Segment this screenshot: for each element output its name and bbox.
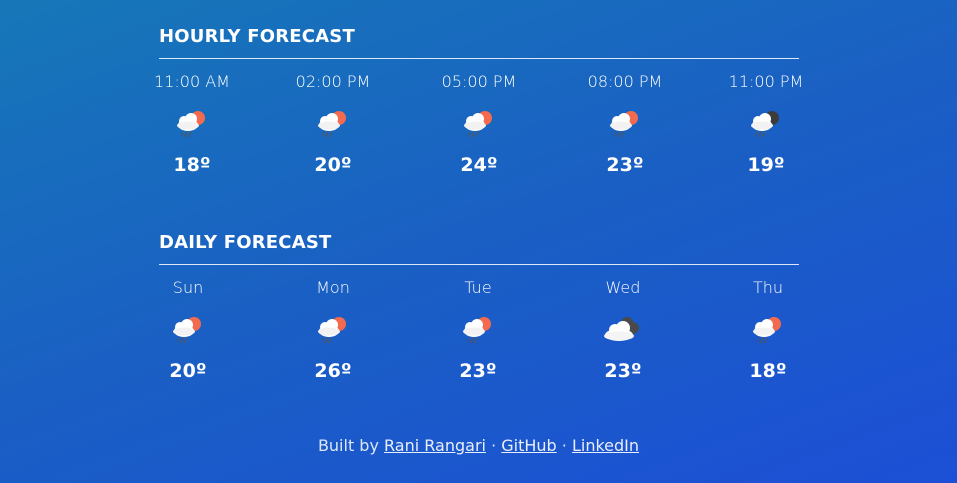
github-link[interactable]: GitHub bbox=[501, 436, 556, 455]
footer-separator: · bbox=[491, 436, 497, 455]
partly-sunny-rain-icon bbox=[168, 312, 208, 346]
hourly-temp: 18º bbox=[173, 154, 211, 176]
daily-item: Sun 20º bbox=[138, 265, 238, 382]
hourly-temp: 24º bbox=[460, 154, 498, 176]
daily-temp: 23º bbox=[459, 360, 497, 382]
daily-forecast-row: Sun 20º Mon 26º Tue 23º Wed 23º Thu 18º bbox=[159, 265, 799, 405]
hourly-item: 05:00 PM 24º bbox=[429, 59, 529, 176]
daily-temp: 26º bbox=[314, 360, 352, 382]
linkedin-link[interactable]: LinkedIn bbox=[572, 436, 639, 455]
partly-sunny-rain-icon bbox=[313, 106, 353, 140]
daily-day: Sun bbox=[172, 278, 204, 297]
partly-sunny-rain-icon bbox=[172, 106, 212, 140]
hourly-item: 11:00 AM 18º bbox=[142, 59, 242, 176]
footer: Built by Rani Rangari · GitHub · LinkedI… bbox=[0, 436, 957, 456]
hourly-time: 11:00 AM bbox=[154, 72, 230, 91]
hourly-item: 11:00 PM 19º bbox=[716, 59, 816, 176]
daily-forecast-title: DAILY FORECAST bbox=[159, 233, 799, 265]
daily-item: Tue 23º bbox=[428, 265, 528, 382]
partly-sunny-rain-icon bbox=[459, 106, 499, 140]
daily-day: Mon bbox=[316, 278, 350, 297]
daily-temp: 20º bbox=[169, 360, 207, 382]
daily-day: Tue bbox=[464, 278, 492, 297]
cloudy-icon bbox=[603, 312, 643, 346]
hourly-time: 08:00 PM bbox=[587, 72, 663, 91]
daily-day: Wed bbox=[605, 278, 641, 297]
hourly-temp: 19º bbox=[747, 154, 785, 176]
hourly-time: 05:00 PM bbox=[441, 72, 517, 91]
daily-item: Wed 23º bbox=[573, 265, 673, 382]
partly-sunny-rain-icon bbox=[748, 312, 788, 346]
partly-sunny-rain-icon bbox=[458, 312, 498, 346]
author-link[interactable]: Rani Rangari bbox=[384, 436, 486, 455]
daily-temp: 23º bbox=[604, 360, 642, 382]
hourly-item: 08:00 PM 23º bbox=[575, 59, 675, 176]
daily-forecast-section: DAILY FORECAST Sun 20º Mon 26º Tue 23º W… bbox=[159, 233, 799, 405]
daily-item: Thu 18º bbox=[718, 265, 818, 382]
hourly-forecast-title: HOURLY FORECAST bbox=[159, 27, 799, 59]
footer-prefix: Built by bbox=[317, 436, 379, 455]
hourly-forecast-row: 11:00 AM 18º 02:00 PM 20º 05:00 PM 24º 0… bbox=[154, 59, 803, 199]
daily-temp: 18º bbox=[749, 360, 787, 382]
footer-separator: · bbox=[561, 436, 567, 455]
partly-sunny-rain-icon bbox=[313, 312, 353, 346]
hourly-time: 11:00 PM bbox=[728, 72, 804, 91]
daily-item: Mon 26º bbox=[283, 265, 383, 382]
night-cloud-rain-icon bbox=[746, 106, 786, 140]
partly-sunny-rain-icon bbox=[605, 106, 645, 140]
hourly-item: 02:00 PM 20º bbox=[283, 59, 383, 176]
hourly-time: 02:00 PM bbox=[295, 72, 371, 91]
daily-day: Thu bbox=[752, 278, 784, 297]
hourly-temp: 23º bbox=[606, 154, 644, 176]
hourly-temp: 20º bbox=[314, 154, 352, 176]
hourly-forecast-section: HOURLY FORECAST 11:00 AM 18º 02:00 PM 20… bbox=[154, 27, 803, 199]
